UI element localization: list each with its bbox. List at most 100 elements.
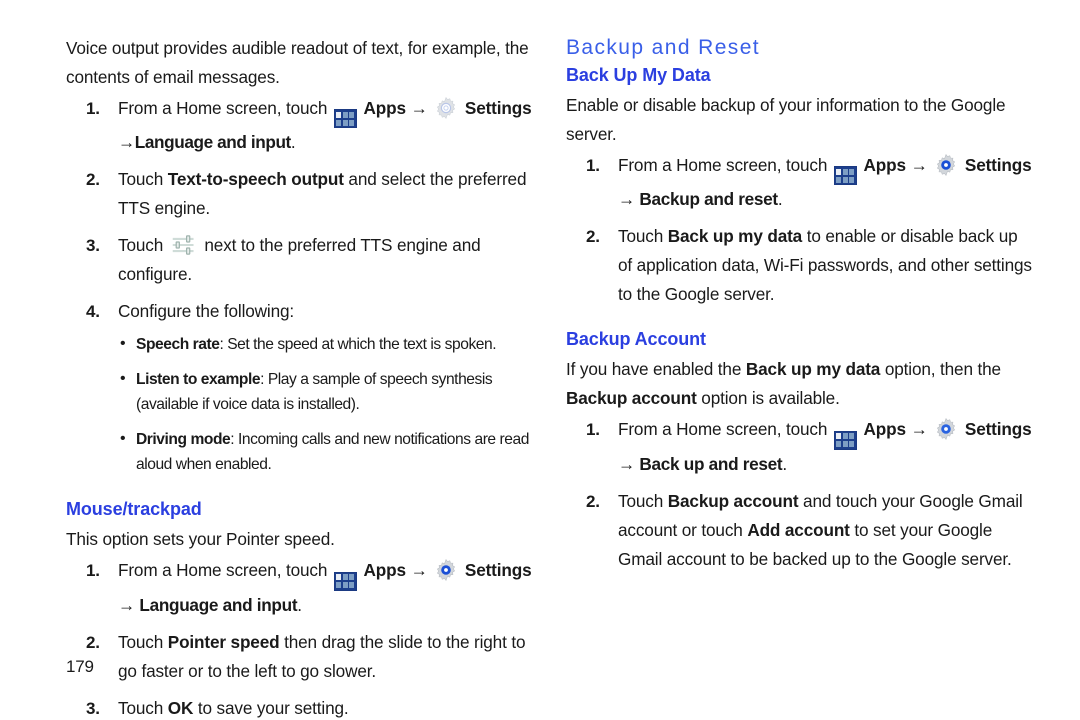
step-number: 1. [586, 420, 600, 440]
step-number: 3. [86, 236, 100, 256]
intro-text-b: option, then the [880, 359, 1001, 380]
arrow-icon: → [410, 560, 428, 581]
step-item: 1. From a Home screen, touch Apps → Setti… [566, 415, 1036, 478]
continuation-period: . [782, 453, 787, 474]
manual-page: Voice output provides audible readout of… [0, 0, 1080, 720]
arrow-icon: → [410, 98, 428, 118]
step-bold: Text-to-speech output [167, 169, 344, 190]
tts-options-bullets: Speech rate: Set the speed at which the … [118, 331, 536, 477]
mouse-trackpad-intro: This option sets your Pointer speed. [66, 529, 335, 550]
step-number: 3. [86, 698, 100, 718]
arrow-icon: → [618, 453, 635, 474]
step-text-a: Touch [118, 697, 168, 718]
continuation-bold: Language and input [139, 594, 298, 615]
step-bold: Back up my data [667, 226, 803, 247]
step-item: 1. From a Home screen, touch Apps → Setti… [566, 151, 1036, 214]
bullet-item: Driving mode: Incoming calls and new not… [118, 426, 536, 477]
step-text-a: Touch [618, 226, 668, 247]
right-column: Backup and Reset Back Up My Data Enable … [566, 34, 1036, 582]
settings-label: Settings [464, 560, 532, 581]
settings-label: Settings [964, 155, 1032, 175]
apps-grid-icon [333, 571, 357, 591]
arrow-icon: → [118, 594, 135, 615]
step-item: 3. Touch OK to save your setting. [66, 694, 536, 720]
settings-label: Settings [964, 419, 1032, 440]
arrow-icon: → [910, 155, 928, 175]
step-text-a: Touch [618, 490, 668, 511]
step-item: 1. From a Home screen, touch Apps → Setti… [66, 94, 536, 157]
step-item: 1. From a Home screen, touch Apps → Setti… [66, 556, 536, 619]
step-continuation: → Backup and reset. [618, 185, 1036, 214]
step-number: 4. [86, 302, 100, 322]
step-number: 1. [586, 156, 600, 175]
settings-gear-icon [437, 559, 456, 582]
bullet-term: Listen to example [136, 371, 261, 389]
slider-settings-icon [172, 235, 194, 255]
step-continuation: → Back up and reset. [618, 450, 1036, 479]
intro-text-c: option is available. [696, 388, 840, 409]
step-text: From a Home screen, touch [618, 155, 828, 175]
step-item: 2. Touch Backup account and touch your Go… [566, 487, 1036, 574]
apps-label: Apps [863, 419, 907, 440]
step-text-a: Touch [118, 235, 168, 256]
step-item: 2. Touch Pointer speed then drag the slid… [66, 628, 536, 686]
apps-label: Apps [363, 560, 407, 581]
step-item: 4. Configure the following: Speech rate: … [66, 297, 536, 477]
arrow-icon: → [618, 189, 635, 210]
backup-account-intro: If you have enabled the Back up my data … [566, 355, 1036, 413]
page-title: Backup and Reset [566, 36, 761, 59]
left-column: Voice output provides audible readout of… [66, 34, 536, 720]
mouse-trackpad-heading: Mouse/trackpad [66, 499, 202, 520]
settings-gear-icon [937, 153, 956, 177]
continuation-period: . [297, 594, 302, 615]
continuation-period: . [777, 189, 783, 210]
back-up-my-data-heading: Back Up My Data [566, 65, 711, 85]
step-text-b: to save your setting. [193, 697, 349, 718]
bullet-item: Listen to example: Play a sample of spee… [118, 366, 536, 417]
step-bold-b: Add account [747, 519, 850, 540]
step-text-a: Configure the following: [118, 301, 295, 322]
step-item: 2. Touch Back up my data to enable or dis… [566, 222, 1036, 309]
back-up-my-data-intro: Enable or disable backup of your informa… [566, 95, 1006, 144]
step-item: 2. Touch Text-to-speech output and select… [66, 165, 536, 223]
page-number: 179 [66, 657, 94, 676]
apps-grid-icon [333, 109, 357, 129]
backup-account-heading: Backup Account [566, 329, 706, 350]
continuation-bold: Backup and reset [639, 189, 778, 210]
bullet-term: Driving mode [136, 431, 231, 449]
apps-grid-icon [833, 166, 857, 186]
step-text: From a Home screen, touch [118, 560, 328, 581]
step-continuation: → Language and input. [118, 591, 536, 620]
step-text: From a Home screen, touch [618, 419, 828, 440]
apps-label: Apps [363, 98, 407, 118]
apps-grid-icon [833, 430, 857, 450]
intro-bold-b: Backup account [566, 388, 697, 409]
step-bold-a: Backup account [667, 490, 799, 511]
step-text: From a Home screen, touch [118, 98, 328, 118]
step-continuation: →Language and input. [118, 128, 536, 157]
bullet-desc: : Set the speed at which the text is spo… [219, 336, 497, 354]
continuation-period: . [290, 132, 296, 153]
settings-gear-icon-faded [437, 96, 456, 120]
bullet-item: Speech rate: Set the speed at which the … [118, 331, 536, 357]
backup-account-steps: 1. From a Home screen, touch Apps → Setti… [566, 415, 1036, 573]
step-number: 2. [86, 170, 100, 190]
step-number: 2. [86, 632, 100, 652]
arrow-icon: → [118, 132, 135, 153]
continuation-bold: Back up and reset [639, 453, 783, 474]
voice-output-intro: Voice output provides audible readout of… [66, 38, 529, 87]
tts-steps-list: 1. From a Home screen, touch Apps → Setti… [66, 94, 536, 477]
step-number: 2. [586, 227, 600, 247]
bullet-term: Speech rate [136, 336, 220, 354]
apps-label: Apps [863, 155, 907, 175]
intro-text-a: If you have enabled the [566, 359, 746, 380]
step-number: 1. [86, 561, 100, 581]
arrow-icon: → [910, 419, 928, 440]
back-up-my-data-steps: 1. From a Home screen, touch Apps → Setti… [566, 151, 1036, 309]
continuation-bold: Language and input [134, 132, 291, 153]
step-bold: Pointer speed [167, 631, 280, 652]
step-text-a: Touch [118, 169, 168, 190]
settings-gear-icon [937, 418, 956, 441]
